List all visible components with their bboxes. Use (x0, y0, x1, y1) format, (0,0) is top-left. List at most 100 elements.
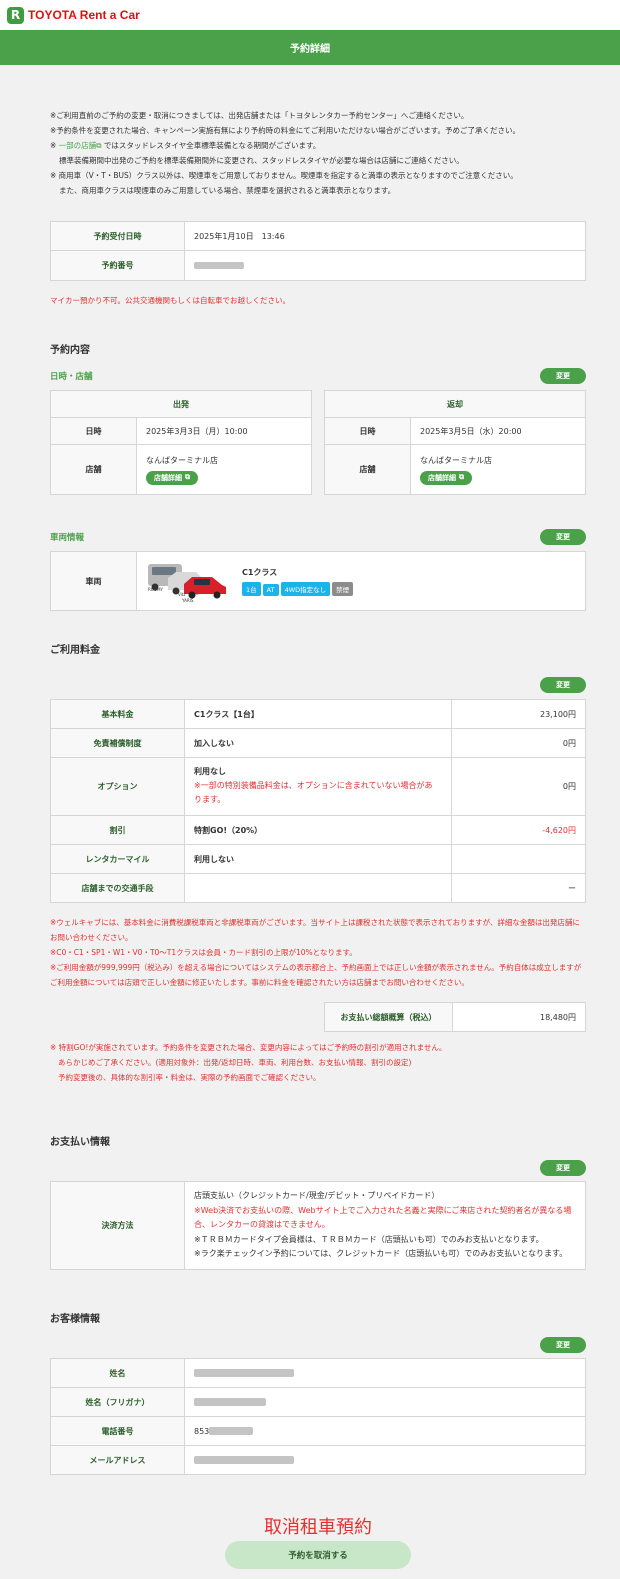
change-datetime-button[interactable]: 変更 (540, 368, 586, 384)
notice-line: 標準装備期間中出発のご予約を標準装備期間外に変更され、スタッドレスタイヤが必要な… (59, 156, 464, 165)
change-payment-button[interactable]: 変更 (540, 1160, 586, 1176)
departure-table: 出発 日時 2025年3月3日（月）10:00 店舗 なんばターミナル店 店舗詳… (50, 390, 312, 495)
campaign-note: ※ 特割GO!が実施されています。予約条件を変更された場合、変更内容によってはご… (50, 1043, 447, 1052)
page-title: 予約詳細 (0, 30, 620, 65)
fee-item: C1クラス【1台】 (184, 699, 452, 729)
reservation-number-label: 予約番号 (50, 250, 185, 281)
main-content: ※ご利用直前のご予約の変更・取消につきましては、出発店舗または「トヨタレンタカー… (0, 65, 620, 1569)
return-store-value: なんばターミナル店 (420, 455, 492, 465)
fee-item: 利用なし (194, 767, 226, 776)
notice-block: ※ご利用直前のご予約の変更・取消につきましては、出発店舗または「トヨタレンタカー… (50, 65, 590, 198)
customer-heading: お客様情報 (50, 1314, 100, 1325)
header: R TOYOTA Rent a Car (0, 0, 620, 30)
fee-notes: ※ウェルキャブには、基本料金に消費税課税車両と非課税車両がございます。当サイト上… (50, 915, 586, 990)
cancel-title: 取消租車預約 (264, 1517, 372, 1538)
kana-label: 姓名（フリガナ） (50, 1387, 185, 1417)
fee-item: 特割GO!（20%） (184, 815, 452, 845)
notice-line: また、商用車クラスは喫煙車のみご用意している場合、禁煙車を選択されると満車表示と… (59, 186, 396, 195)
mycar-note: マイカー預かり不可。公共交通機関もしくは自転車でお越しください。 (50, 296, 290, 305)
fee-label: レンタカーマイル (50, 844, 185, 874)
change-vehicle-button[interactable]: 変更 (540, 529, 586, 545)
table-row: 免責補償制度 加入しない 0円 (50, 728, 586, 758)
campaign-note: 予約変更後の、具体的な割引率・料金は、実際の予約画面でご確認ください。 (58, 1073, 321, 1082)
fee-item: 加入しない (184, 728, 452, 758)
car-name-label: Vitz (178, 592, 186, 597)
fee-note: ※ご利用金額が999,999円（税込み）を超える場合についてはシステムの表示都合… (50, 963, 582, 987)
fee-amount: 23,100円 (451, 699, 586, 729)
vehicle-class: C1クラス (242, 567, 278, 577)
cancel-reservation-button[interactable]: 予約を取消する (225, 1541, 411, 1569)
fee-label: 基本料金 (50, 699, 185, 729)
kana-value (184, 1387, 586, 1417)
campaign-notes: ※ 特割GO!が実施されています。予約条件を変更された場合、変更内容によってはご… (50, 1040, 590, 1085)
payment-table: 決済方法 店頭支払い（クレジットカード/現金/デビット・プリペイドカード） ※W… (50, 1181, 586, 1270)
badge-count: 1台 (242, 581, 261, 596)
name-value (184, 1358, 586, 1388)
payment-heading: お支払い情報 (50, 1137, 110, 1148)
customer-table: 姓名 姓名（フリガナ） 電話番号 853 メールアドレス (50, 1358, 586, 1475)
total-table: お支払い総額概算（税込） 18,480円 (324, 1002, 586, 1032)
departure-store-details-button[interactable]: 店舗詳細 ⧉ (146, 470, 198, 485)
some-stores-link[interactable]: 一部の店舗 (59, 141, 97, 150)
total-value: 18,480円 (452, 1002, 586, 1032)
car-name-label: YARIS (182, 598, 194, 603)
table-row: 店舗までの交通手段 ー (50, 873, 586, 903)
fee-item-cell: 利用なし ※一部の特別装備品料金は、オプションに含まれていない場合があります。 (184, 757, 452, 816)
datetime-store-heading: 日時・店舗 (50, 372, 93, 382)
departure-title: 出発 (50, 390, 312, 418)
fee-amount: 0円 (451, 757, 586, 816)
departure-store-value: なんばターミナル店 (146, 455, 218, 465)
payment-method-label: 決済方法 (50, 1181, 185, 1270)
table-row: 姓名（フリガナ） (50, 1387, 586, 1417)
return-date-label: 日時 (324, 417, 411, 445)
phone-value: 853 (184, 1416, 586, 1446)
change-customer-button[interactable]: 変更 (540, 1337, 586, 1353)
payment-note: ※ＴＲＢＭカードタイプ会員様は、ＴＲＢＭカード（店頭払いも可）でのみお支払いとな… (194, 1234, 544, 1244)
external-link-icon: ⧉ (459, 473, 464, 481)
notice-line: ※ご利用直前のご予約の変更・取消につきましては、出発店舗または「トヨタレンタカー… (50, 111, 469, 120)
notice-line: ※ 商用車（V・T・BUS）クラス以外は、喫煙車をご用意しておりません。喫煙車を… (50, 171, 518, 180)
brand-logo-icon[interactable]: R (7, 6, 24, 24)
badge-transmission: AT (262, 583, 279, 596)
table-row: 基本料金 C1クラス【1台】 23,100円 (50, 699, 586, 729)
received-value: 2025年1月10日 13:46 (184, 221, 586, 251)
payment-method-value: 店頭支払い（クレジットカード/現金/デビット・プリペイドカード） (194, 1191, 440, 1201)
badge-drive: 4WD指定なし (280, 581, 331, 596)
fee-amount: -4,620円 (451, 815, 586, 845)
fee-item (184, 873, 452, 903)
car-name-label: ROOMY (148, 587, 163, 592)
fee-amount: 0円 (451, 728, 586, 758)
fee-label: オプション (50, 757, 185, 816)
return-store-details-button[interactable]: 店舗詳細 ⧉ (420, 470, 472, 485)
fee-label: 免責補償制度 (50, 728, 185, 758)
return-title: 返却 (324, 390, 586, 418)
fee-note: ※C0・C1・SP1・W1・V0・T0〜T1クラスは会員・カード割引の上限が10… (50, 948, 357, 957)
fee-amount: ー (451, 873, 586, 903)
external-link-icon: ⧉ (185, 473, 190, 481)
vehicle-table: 車両 ROOMY Vitz YARIS C1クラス 1台 AT 4WD指定なし … (50, 551, 586, 611)
external-link-icon: ⧉ (96, 141, 102, 150)
campaign-note: あらかじめご了承ください。(適用対象外：出発/返却日時、車両、利用台数、お支払い… (58, 1058, 412, 1067)
fee-note: ※ウェルキャブには、基本料金に消費税課税車両と非課税車両がございます。当サイト上… (50, 918, 580, 942)
total-label: お支払い総額概算（税込） (324, 1002, 453, 1032)
fee-amount (451, 844, 586, 874)
table-row: 姓名 (50, 1358, 586, 1388)
change-fees-button[interactable]: 変更 (540, 677, 586, 693)
vehicle-cell: ROOMY Vitz YARIS C1クラス 1台 AT 4WD指定なし 禁煙 (136, 551, 586, 611)
reservation-table: 予約受付日時 2025年1月10日 13:46 予約番号 (50, 221, 586, 281)
return-store-label: 店舗 (324, 444, 411, 495)
fee-label: 店舗までの交通手段 (50, 873, 185, 903)
fee-option-note: ※一部の特別装備品料金は、オプションに含まれていない場合があります。 (194, 781, 433, 804)
departure-date-value: 2025年3月3日（月）10:00 (136, 417, 312, 445)
table-row: オプション 利用なし ※一部の特別装備品料金は、オプションに含まれていない場合が… (50, 757, 586, 816)
departure-date-label: 日時 (50, 417, 137, 445)
brand-name[interactable]: TOYOTA Rent a Car (28, 8, 140, 22)
notice-line: ※予約条件を変更された場合、キャンペーン実施有無により予約時の料金にてご利用いた… (50, 126, 521, 135)
vehicle-label: 車両 (50, 551, 137, 611)
fee-label: 割引 (50, 815, 185, 845)
reservation-number-value (184, 250, 586, 281)
payment-note-red: ※Web決済でお支払いの際、Webサイト上でご入力された名義と実際にご来店された… (194, 1205, 572, 1230)
phone-label: 電話番号 (50, 1416, 185, 1446)
departure-store-label: 店舗 (50, 444, 137, 495)
fees-table: 基本料金 C1クラス【1台】 23,100円 免責補償制度 加入しない 0円 オ… (50, 699, 586, 903)
